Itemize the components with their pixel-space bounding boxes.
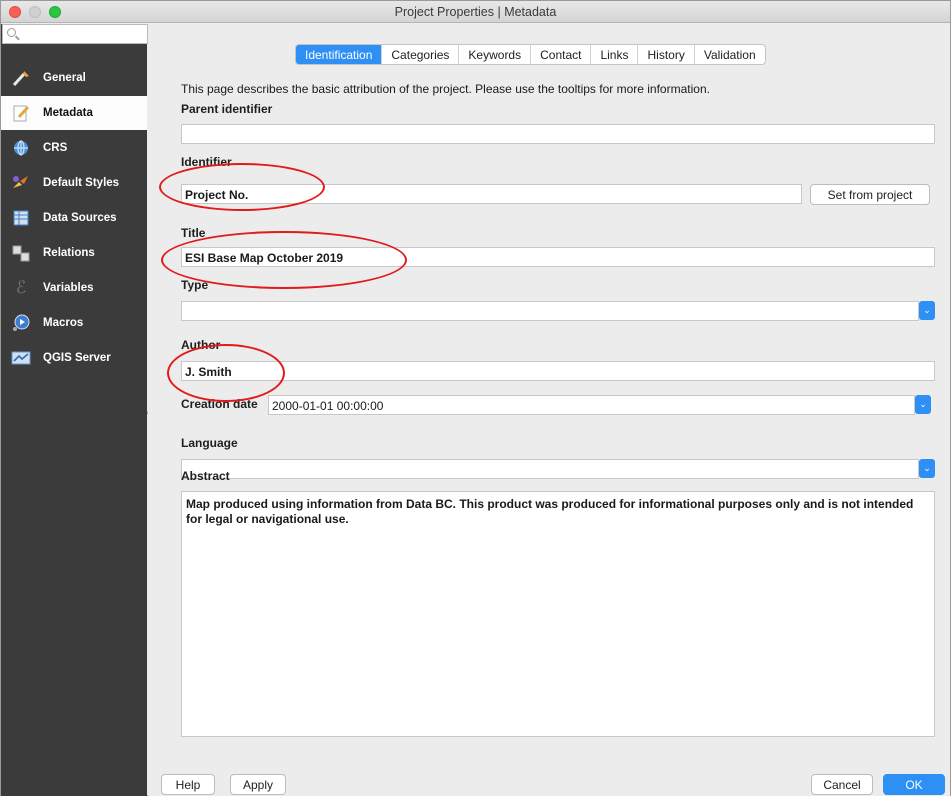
tab-bar: Identification Categories Keywords Conta…: [295, 44, 766, 65]
annotation-ellipse-author: [167, 344, 285, 402]
sidebar: General Metadata CRS Default Styles Data…: [1, 24, 148, 796]
abstract-label: Abstract: [181, 469, 230, 483]
sidebar-item-data-sources[interactable]: Data Sources: [1, 201, 147, 235]
title-bar: Project Properties | Metadata: [1, 1, 950, 23]
tab-identification[interactable]: Identification: [296, 45, 383, 64]
chevron-down-icon[interactable]: ⌄: [915, 395, 931, 414]
window-title: Project Properties | Metadata: [394, 5, 557, 19]
apply-button[interactable]: Apply: [230, 774, 286, 795]
globe-icon: [11, 139, 31, 157]
sidebar-item-label: Relations: [43, 247, 95, 259]
abstract-textarea[interactable]: Map produced using information from Data…: [181, 491, 935, 737]
tab-keywords[interactable]: Keywords: [459, 45, 532, 64]
sidebar-item-macros[interactable]: Macros: [1, 306, 147, 340]
styles-icon: [11, 174, 31, 192]
project-properties-window: Project Properties | Metadata General Me…: [0, 0, 951, 796]
sidebar-item-label: Variables: [43, 282, 94, 294]
annotation-ellipse-identifier: [159, 163, 325, 211]
type-select[interactable]: [181, 301, 919, 321]
author-field[interactable]: J. Smith: [181, 361, 935, 381]
table-icon: [11, 209, 31, 227]
sidebar-item-crs[interactable]: CRS: [1, 131, 147, 165]
tab-history[interactable]: History: [638, 45, 695, 64]
chevron-down-icon[interactable]: ⌄: [919, 301, 935, 320]
pencil-icon: [11, 104, 31, 122]
tab-links[interactable]: Links: [591, 45, 639, 64]
variables-icon: ℰ: [15, 278, 27, 297]
sidebar-item-label: Data Sources: [43, 212, 117, 224]
help-button[interactable]: Help: [161, 774, 215, 795]
language-select[interactable]: [181, 459, 919, 479]
sidebar-item-label: Default Styles: [43, 177, 120, 189]
search-icon: [7, 28, 16, 37]
tab-categories[interactable]: Categories: [382, 45, 460, 64]
tab-validation[interactable]: Validation: [695, 45, 765, 64]
sidebar-item-qgis-server[interactable]: QGIS Server: [1, 341, 147, 375]
sidebar-search-input[interactable]: [2, 24, 148, 44]
set-from-project-button[interactable]: Set from project: [810, 184, 930, 205]
sidebar-item-label: Metadata: [43, 107, 93, 119]
sidebar-item-label: General: [43, 72, 86, 84]
parent-identifier-field[interactable]: [181, 124, 935, 144]
metadata-panel: Identification Categories Keywords Conta…: [148, 24, 950, 796]
tab-contact[interactable]: Contact: [531, 45, 592, 64]
relations-icon: [11, 244, 31, 262]
sidebar-item-variables[interactable]: ℰ Variables: [1, 271, 147, 305]
wrench-icon: [11, 69, 31, 87]
language-label: Language: [181, 436, 238, 450]
server-icon: [11, 349, 31, 367]
chevron-down-icon[interactable]: ⌄: [919, 459, 935, 478]
sidebar-item-default-styles[interactable]: Default Styles: [1, 166, 147, 200]
sidebar-item-metadata[interactable]: Metadata: [1, 96, 147, 130]
page-description: This page describes the basic attributio…: [181, 82, 710, 96]
annotation-ellipse-title: [161, 231, 407, 289]
sidebar-item-general[interactable]: General: [1, 61, 147, 95]
ok-button[interactable]: OK: [883, 774, 945, 795]
sidebar-item-label: QGIS Server: [43, 352, 111, 364]
sidebar-item-label: CRS: [43, 142, 68, 154]
sidebar-item-label: Macros: [43, 317, 84, 329]
macros-icon: [11, 314, 31, 332]
creation-date-field[interactable]: 2000-01-01 00:00:00: [268, 395, 915, 415]
sidebar-item-relations[interactable]: Relations: [1, 236, 147, 270]
cancel-button[interactable]: Cancel: [811, 774, 873, 795]
parent-identifier-label: Parent identifier: [181, 102, 273, 116]
